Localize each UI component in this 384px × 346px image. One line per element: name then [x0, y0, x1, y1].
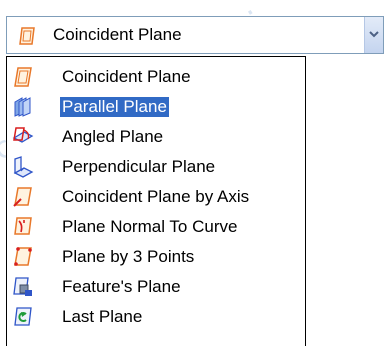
list-item-coincident-plane[interactable]: Coincident Plane	[7, 62, 305, 92]
plane-by-axis-icon	[12, 186, 34, 208]
list-item-label: Angled Plane	[62, 127, 164, 146]
list-item-label: Last Plane	[62, 307, 143, 326]
list-item-plane-normal-to-curve[interactable]: Plane Normal To Curve	[7, 212, 305, 242]
list-item-label: Parallel Plane	[60, 97, 169, 117]
list-item-parallel-plane[interactable]: Parallel Plane	[7, 92, 305, 122]
chevron-down-icon	[369, 31, 379, 38]
list-item-perpendicular-plane[interactable]: Perpendicular Plane	[7, 152, 305, 182]
list-item-label: Plane Normal To Curve	[62, 217, 238, 236]
list-item-label: Coincident Plane by Axis	[62, 187, 250, 206]
angled-plane-icon	[12, 126, 34, 148]
list-item-label: Feature's Plane	[62, 277, 181, 296]
list-item-plane-by-3-points[interactable]: Plane by 3 Points	[7, 242, 305, 272]
list-item-coincident-plane-by-axis[interactable]: Coincident Plane by Axis	[7, 182, 305, 212]
parallel-plane-icon	[12, 96, 34, 118]
plane-type-combobox[interactable]: Coincident Plane	[6, 16, 384, 54]
features-plane-icon	[12, 276, 34, 298]
list-item-last-plane[interactable]: Last Plane	[7, 302, 305, 332]
plane-by-3-points-icon	[12, 246, 34, 268]
list-item-label: Perpendicular Plane	[62, 157, 216, 176]
list-item-label: Plane by 3 Points	[62, 247, 195, 266]
coincident-plane-icon	[12, 66, 34, 88]
dropdown-arrow-button[interactable]	[364, 17, 383, 53]
list-item-angled-plane[interactable]: Angled Plane	[7, 122, 305, 152]
plane-type-dropdown-list[interactable]: Coincident Plane Parallel Plane Angled P…	[6, 56, 306, 346]
combobox-selected-label: Coincident Plane	[53, 25, 182, 44]
list-item-label: Coincident Plane	[62, 67, 191, 86]
plane-normal-to-curve-icon	[12, 216, 34, 238]
list-item-features-plane[interactable]: Feature's Plane	[7, 272, 305, 302]
perpendicular-plane-icon	[12, 156, 34, 178]
coincident-plane-icon	[17, 26, 37, 46]
last-plane-icon	[12, 306, 34, 328]
